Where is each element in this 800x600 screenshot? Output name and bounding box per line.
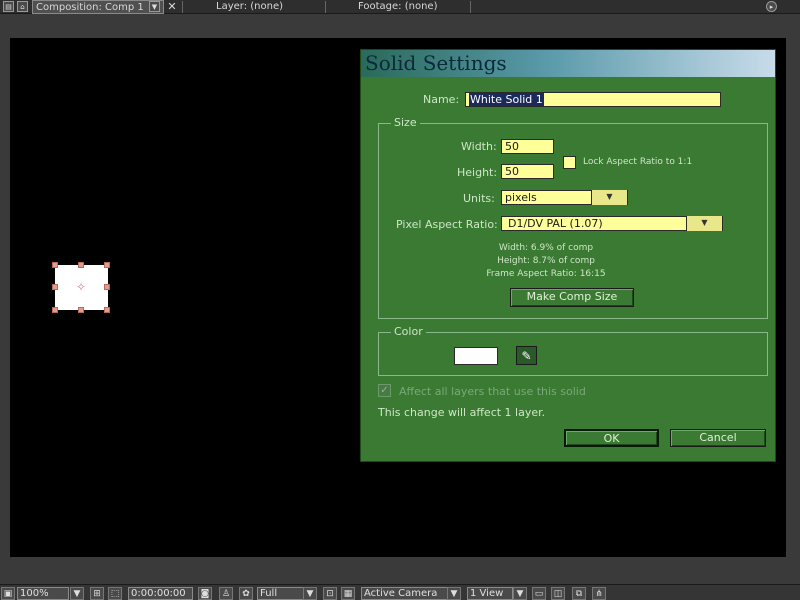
make-comp-size-button[interactable]: Make Comp Size	[510, 288, 634, 307]
chevron-down-icon[interactable]: ▼	[447, 587, 461, 600]
width-field[interactable]: 50	[501, 139, 554, 154]
size-group-title: Size	[391, 116, 420, 129]
transform-handle[interactable]	[78, 262, 84, 268]
name-value: White Solid 1	[469, 93, 544, 106]
units-dropdown[interactable]: pixels ▼	[501, 190, 628, 205]
info-width: Width: 6.9% of comp	[498, 243, 594, 253]
width-label: Width:	[461, 140, 497, 153]
transform-handle[interactable]	[52, 307, 58, 313]
height-field[interactable]: 50	[501, 164, 554, 179]
region-of-interest-icon[interactable]: ⊡	[323, 587, 337, 600]
white-solid-layer[interactable]: ✧	[55, 265, 108, 310]
transform-handle[interactable]	[104, 307, 110, 313]
tab-footage-label: Footage: (none)	[358, 1, 438, 12]
units-label: Units:	[463, 192, 495, 205]
show-snapshot-icon[interactable]: ♙	[219, 587, 233, 600]
zoom-value: 100%	[20, 588, 49, 599]
chevron-down-icon: ▼	[591, 190, 627, 205]
name-label: Name:	[423, 93, 460, 106]
close-tab-icon[interactable]: ✕	[166, 0, 178, 14]
lock-icon[interactable]: ⌂	[17, 1, 28, 12]
snapshot-icon[interactable]: ◙	[198, 587, 212, 600]
transform-handle[interactable]	[104, 262, 110, 268]
height-label: Height:	[457, 166, 498, 179]
pixel-aspect-ratio-label: Pixel Aspect Ratio:	[396, 218, 498, 231]
name-field[interactable]: White Solid 1	[465, 92, 721, 107]
chevron-down-icon[interactable]: ▼	[303, 587, 317, 600]
transform-handle[interactable]	[52, 262, 58, 268]
tab-divider	[182, 1, 183, 13]
pixel-aspect-ratio-dropdown[interactable]: D1/DV PAL (1.07) ▼	[501, 216, 723, 231]
tab-divider	[325, 1, 326, 13]
panel-tab-bar: ▤ ⌂ Composition: Comp 1 ▼ ✕ Layer: (none…	[0, 0, 800, 14]
color-group	[378, 332, 768, 376]
timeline-icon[interactable]: ⧉	[572, 587, 586, 600]
tab-layer-label: Layer: (none)	[216, 1, 284, 12]
tab-layer[interactable]: Layer: (none)	[216, 0, 283, 14]
views-value: 1 View	[470, 588, 504, 599]
chevron-down-icon[interactable]: ▼	[70, 587, 84, 600]
view-layout-dropdown[interactable]: 1 View	[467, 587, 513, 600]
toggle-pixel-aspect-icon[interactable]: ▭	[532, 587, 546, 600]
affect-all-checkbox[interactable]: ✓	[378, 384, 391, 397]
resolution-value: Full	[260, 588, 278, 599]
tab-composition-label: Composition: Comp 1	[36, 2, 144, 13]
channel-icon[interactable]: ✿	[239, 587, 253, 600]
lock-aspect-checkbox[interactable]	[563, 156, 576, 169]
pixel-aspect-ratio-value: D1/DV PAL (1.07)	[508, 217, 603, 230]
tab-divider	[470, 1, 471, 13]
lock-aspect-label: Lock Aspect Ratio to 1:1	[583, 157, 693, 167]
flowchart-icon[interactable]: ⋔	[592, 587, 606, 600]
viewer-bottom-bar: ▣ 100% ▼ ⊞ ⬚ 0:00:00:00 ◙ ♙ ✿ Full ▼ ⊡ ▦…	[0, 584, 800, 600]
eyedropper-icon[interactable]: ✎	[516, 346, 537, 365]
always-preview-icon[interactable]: ▣	[1, 587, 15, 600]
transparency-grid-icon[interactable]: ▦	[341, 587, 355, 600]
safe-zones-icon[interactable]: ⊞	[90, 587, 104, 600]
affect-all-label: Affect all layers that use this solid	[399, 385, 586, 398]
anchor-point-icon[interactable]: ✧	[75, 281, 87, 293]
zoom-dropdown[interactable]: 100%	[17, 587, 69, 600]
camera-value: Active Camera	[364, 588, 438, 599]
tab-footage[interactable]: Footage: (none)	[358, 0, 437, 14]
tab-composition[interactable]: Composition: Comp 1	[32, 0, 164, 14]
dialog-title: Solid Settings	[361, 50, 775, 77]
chevron-down-icon: ▼	[686, 216, 722, 231]
mask-view-icon[interactable]: ⬚	[108, 587, 122, 600]
panel-options-icon[interactable]: ▸	[766, 1, 777, 12]
transform-handle[interactable]	[52, 284, 58, 290]
current-time-display[interactable]: 0:00:00:00	[128, 587, 193, 600]
transform-handle[interactable]	[104, 284, 110, 290]
fast-previews-icon[interactable]: ◫	[551, 587, 565, 600]
cancel-button[interactable]: Cancel	[670, 429, 766, 447]
ok-button[interactable]: OK	[564, 429, 659, 447]
color-swatch[interactable]	[454, 347, 498, 365]
units-value: pixels	[505, 191, 537, 204]
transform-handle[interactable]	[78, 307, 84, 313]
change-note: This change will affect 1 layer.	[378, 406, 546, 419]
timecode-value: 0:00:00:00	[131, 588, 186, 599]
chevron-down-icon[interactable]: ▼	[513, 587, 527, 600]
composition-dropdown-icon[interactable]: ▼	[149, 1, 160, 12]
info-height: Height: 8.7% of comp	[497, 256, 595, 266]
resolution-dropdown[interactable]: Full	[257, 587, 307, 600]
solid-settings-dialog: Solid Settings Name: White Solid 1 Size …	[360, 49, 776, 462]
panel-menu-icon[interactable]: ▤	[3, 1, 14, 12]
camera-view-dropdown[interactable]: Active Camera	[361, 587, 449, 600]
color-group-title: Color	[391, 325, 426, 338]
info-frame-aspect: Frame Aspect Ratio: 16:15	[486, 269, 606, 279]
